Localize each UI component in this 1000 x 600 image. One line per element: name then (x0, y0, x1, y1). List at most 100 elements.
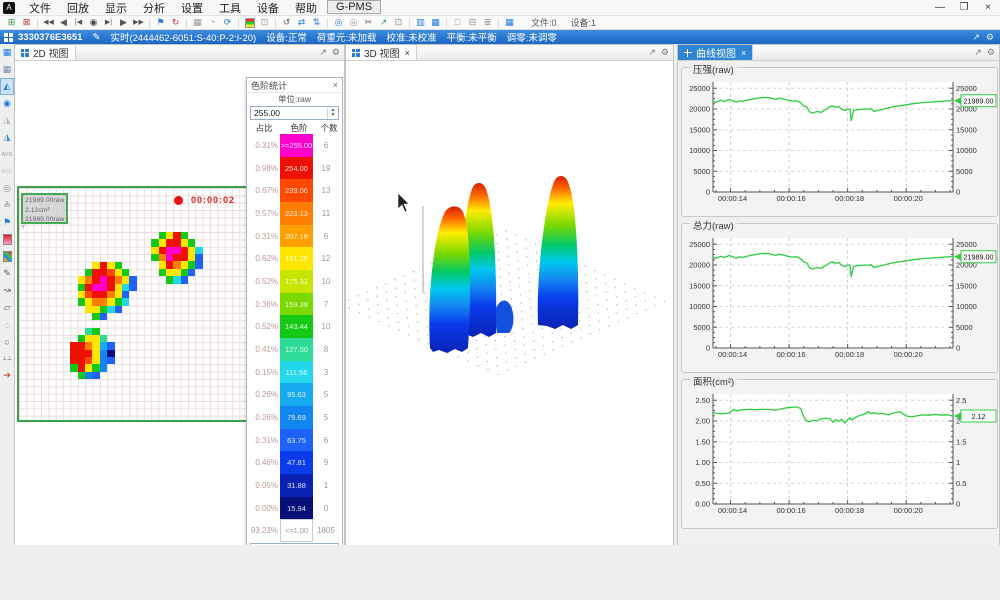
view-2d-button[interactable]: ▦ (0, 44, 14, 61)
add-view-button[interactable]: ⊞ (5, 17, 18, 29)
menu-帮助[interactable]: 帮助 (287, 0, 325, 16)
menu-工具[interactable]: 工具 (211, 0, 249, 16)
gear-icon[interactable]: ⚙ (661, 47, 669, 58)
toolbar-separator (149, 18, 150, 28)
circle-select-button[interactable]: ○ (0, 333, 14, 350)
go-first-frame-button[interactable]: |◀ (72, 17, 85, 29)
pyramid-disabled-button[interactable]: ◮ (0, 112, 14, 129)
ellipse-select-button[interactable]: ◌ (0, 316, 14, 333)
monitor-button[interactable]: ⊟ (466, 17, 479, 29)
panel-3d-content (346, 61, 673, 545)
selection-info-box[interactable]: 21989.00raw2.12cm²21989.00raw (21, 193, 68, 224)
target-rings-button[interactable]: ◉ (0, 95, 14, 112)
grid-view-button[interactable]: ▦ (503, 17, 516, 29)
close-view-button[interactable]: ⊠ (20, 17, 33, 29)
target-on-button[interactable]: ◎ (332, 17, 345, 29)
pencil-button[interactable]: ✎ (0, 265, 14, 282)
menu-G-PMS[interactable]: G-PMS (327, 0, 381, 14)
target-off-button[interactable]: ◎ (347, 17, 360, 29)
exit-button[interactable]: ➔ (0, 367, 14, 384)
refresh-button[interactable]: ↺ (280, 17, 293, 29)
spinner-arrows-icon[interactable]: ▲▼ (327, 545, 338, 546)
color-level-row: 0.62%191.2512 (250, 247, 339, 270)
svg-text:10000: 10000 (956, 146, 977, 155)
polyline-button[interactable]: ↝ (0, 282, 14, 299)
tab-2d-view[interactable]: 2D 视图 (15, 45, 76, 60)
file-count: 文件:0 (531, 16, 557, 29)
menu-显示[interactable]: 显示 (97, 0, 135, 16)
pyramid-view-button[interactable]: ◮ (0, 129, 14, 146)
close-button[interactable]: × (976, 0, 1000, 16)
palette-button[interactable] (0, 248, 14, 265)
tab-close-icon[interactable]: × (741, 48, 746, 58)
menu-分析[interactable]: 分析 (135, 0, 173, 16)
pin-marker-button[interactable]: ⚑ (154, 17, 167, 29)
tab-curve-view[interactable]: 曲线视图 × (678, 45, 753, 60)
record-stop-button[interactable]: ◉ (87, 17, 100, 29)
main-toolbar: ⊞⊠◀◀◀|◀◉▶|▶▶▶⚑↻▦◔⟳⊡↺⇄⇅◎◎✂↗⊡▥▦□⊟≣▦ 文件:0 设… (0, 16, 1000, 30)
pin-button[interactable]: ⚑ (0, 214, 14, 231)
gauge-button[interactable]: ◔ (206, 17, 219, 29)
view-quad-button[interactable]: ▦ (0, 61, 14, 78)
svg-text:1.5: 1.5 (956, 437, 966, 446)
expand-icon[interactable]: ↗ (972, 32, 980, 43)
video-frame-button[interactable]: ▦ (191, 17, 204, 29)
spinner-arrows-icon[interactable]: ▲▼ (327, 108, 338, 119)
fast-forward-button[interactable]: ▶▶ (132, 17, 145, 29)
gear-icon[interactable]: ⚙ (987, 47, 995, 58)
layout-grid-button[interactable]: ▦ (429, 17, 442, 29)
cut-button[interactable]: ✂ (362, 17, 375, 29)
window-frame-button[interactable]: □ (451, 17, 464, 29)
pressure-map[interactable]: 21989.00raw2.12cm²21989.00raw Y 00:00:02 (17, 186, 253, 422)
edit-icon[interactable]: ✎ (92, 32, 100, 43)
swap-vertical-button[interactable]: ⇅ (310, 17, 323, 29)
stamp-button[interactable]: ≗ (0, 197, 14, 214)
menu-文件[interactable]: 文件 (21, 0, 59, 16)
swap-horizontal-button[interactable]: ⇄ (295, 17, 308, 29)
tab-close-icon[interactable]: × (405, 48, 410, 58)
menu-回放[interactable]: 回放 (59, 0, 97, 16)
view-3d-surface-button[interactable]: ◭ (0, 78, 14, 95)
chart-plot[interactable]: 0050005000100001000015000150002000020000… (683, 70, 997, 216)
loop-playback-button[interactable]: ↻ (169, 17, 182, 29)
go-last-frame-button[interactable]: ▶| (102, 17, 115, 29)
avg-disabled-button[interactable]: AVG (0, 163, 14, 180)
close-icon[interactable]: × (333, 80, 338, 90)
layout-columns-button[interactable]: ▥ (414, 17, 427, 29)
gear-icon[interactable]: ⚙ (986, 32, 994, 43)
menu-设置[interactable]: 设置 (173, 0, 211, 16)
colorbar-vertical-button[interactable] (0, 231, 14, 248)
menu-设备[interactable]: 设备 (249, 0, 287, 16)
polygon-button[interactable]: ▱ (0, 299, 14, 316)
frame-select-button[interactable]: ⊡ (392, 17, 405, 29)
export-button[interactable]: ↗ (377, 17, 390, 29)
tab-3d-view[interactable]: 3D 视图 × (346, 45, 417, 60)
record-region-button[interactable]: ◎ (0, 180, 14, 197)
gear-icon[interactable]: ⚙ (332, 47, 340, 58)
clipboard-button[interactable]: ⊡ (258, 17, 271, 29)
expand-icon[interactable]: ↗ (974, 47, 982, 58)
toolbar-separator (446, 18, 447, 28)
play-button[interactable]: ▶ (117, 17, 130, 29)
pressure-peak (429, 206, 470, 353)
toolbar-separator (498, 18, 499, 28)
chart-plot[interactable]: 0050005000100001000015000150002000020000… (683, 226, 997, 372)
svg-text:10000: 10000 (689, 302, 710, 311)
min-level-spinner[interactable]: 0.00 ▲▼ (250, 543, 339, 545)
fast-backward-button[interactable]: ◀◀ (42, 17, 55, 29)
max-level-spinner[interactable]: 255.00 ▲▼ (250, 106, 339, 120)
calibration-weights-button[interactable]: ⊥⊥ (0, 350, 14, 367)
list-view-button[interactable]: ≣ (481, 17, 494, 29)
expand-icon[interactable]: ↗ (648, 47, 656, 58)
avg-profile-button[interactable]: AVG (0, 146, 14, 163)
video-sync-button[interactable]: ⟳ (221, 17, 234, 29)
maximize-button[interactable]: ❐ (952, 0, 976, 16)
colorbar-button[interactable] (243, 17, 256, 29)
expand-icon[interactable]: ↗ (319, 47, 327, 58)
minimize-button[interactable]: — (928, 0, 952, 16)
step-backward-button[interactable]: ◀ (57, 17, 70, 29)
pressure-peak (538, 176, 578, 329)
view-3d-scene[interactable] (346, 61, 673, 545)
chart-plot[interactable]: 0.0000.500.51.0011.501.52.0022.502.500:0… (683, 382, 997, 528)
recording-timer: 00:00:02 (174, 195, 235, 205)
